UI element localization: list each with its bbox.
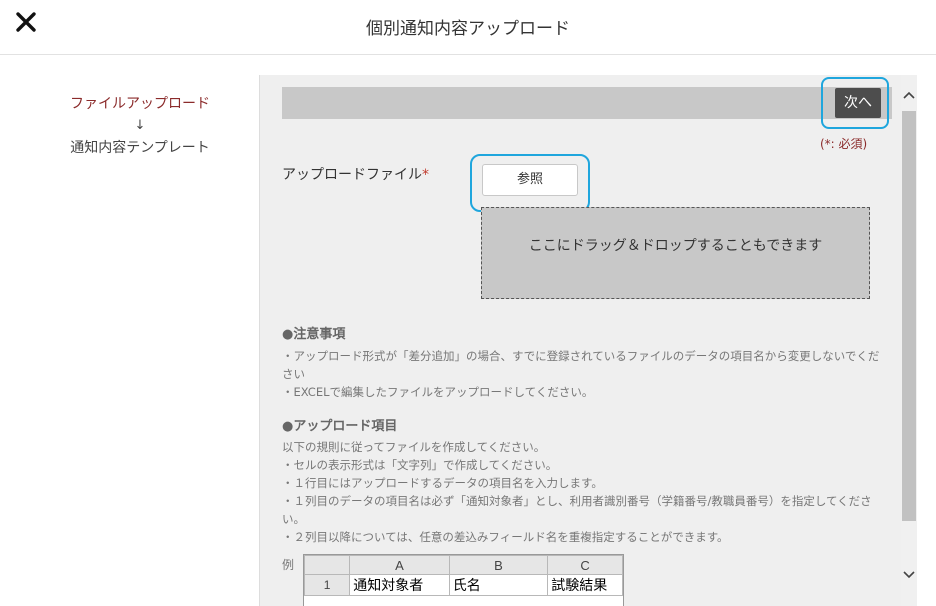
sheet-corner bbox=[304, 555, 351, 575]
required-note: (*: 必須) bbox=[820, 137, 868, 151]
example-label: 例 bbox=[282, 558, 295, 572]
step-next-template: 通知内容テンプレート bbox=[70, 140, 210, 156]
sheet-cell: 通知対象者 bbox=[349, 574, 450, 596]
sheet-column-header: C bbox=[547, 555, 623, 575]
step-arrow: ↓ bbox=[134, 118, 146, 133]
scroll-up-icon[interactable] bbox=[901, 87, 917, 103]
browse-button[interactable]: 参照 bbox=[482, 164, 578, 196]
items-line: ・２列目以降については、任意の差込みフィールド名を重複指定することができます。 bbox=[282, 530, 729, 544]
step-indicator: ファイルアップロード ↓ 通知内容テンプレート bbox=[20, 92, 260, 160]
dialog-header: 個別通知内容アップロード bbox=[0, 0, 936, 55]
upload-items-title: ●アップロード項目 bbox=[282, 419, 398, 434]
scrollbar-thumb[interactable] bbox=[902, 111, 916, 521]
items-line: ・１列目のデータの項目名は必ず「通知対象者」とし、利用者識別番号（学籍番号/教職… bbox=[282, 494, 872, 526]
sheet-cell: 氏名 bbox=[448, 574, 549, 596]
scroll-down-icon[interactable] bbox=[901, 567, 917, 583]
notes-title: ●注意事項 bbox=[282, 327, 346, 342]
upload-panel: 次へ (*: 必須) アップロードファイル* 参照 ここにドラッグ＆ドロップする… bbox=[259, 75, 901, 606]
sheet-column-header: A bbox=[349, 555, 450, 575]
next-button[interactable]: 次へ bbox=[835, 88, 881, 118]
sheet-cell: 試験結果 bbox=[547, 574, 623, 596]
upload-items-list: 以下の規則に従ってファイルを作成してください。 ・セルの表示形式は「文字列」で作… bbox=[282, 438, 887, 546]
items-line: ・セルの表示形式は「文字列」で作成してください。 bbox=[282, 458, 558, 472]
upload-file-label-text: アップロードファイル bbox=[282, 167, 422, 183]
dialog-title: 個別通知内容アップロード bbox=[366, 19, 570, 39]
example-spreadsheet: A B C 1 通知対象者 氏名 試験結果 bbox=[303, 554, 624, 606]
step-current-file-upload: ファイルアップロード bbox=[70, 96, 210, 112]
sheet-column-header: B bbox=[448, 555, 549, 575]
upload-file-label: アップロードファイル* bbox=[282, 164, 429, 184]
vertical-scrollbar[interactable] bbox=[901, 75, 917, 606]
notes-line: ・EXCELで編集したファイルをアップロードしてください。 bbox=[282, 385, 594, 399]
notes-line: ・アップロード形式が「差分追加」の場合、すでに登録されているファイルのデータの項… bbox=[282, 349, 880, 381]
file-drop-zone[interactable]: ここにドラッグ＆ドロップすることもできます bbox=[481, 207, 870, 299]
sheet-row-header: 1 bbox=[304, 574, 351, 596]
notes-list: ・アップロード形式が「差分追加」の場合、すでに登録されているファイルのデータの項… bbox=[282, 347, 887, 401]
action-bar bbox=[282, 87, 892, 119]
items-line: 以下の規則に従ってファイルを作成してください。 bbox=[282, 440, 546, 454]
items-line: ・１行目にはアップロードするデータの項目名を入力します。 bbox=[282, 476, 603, 490]
required-mark: * bbox=[422, 167, 429, 183]
